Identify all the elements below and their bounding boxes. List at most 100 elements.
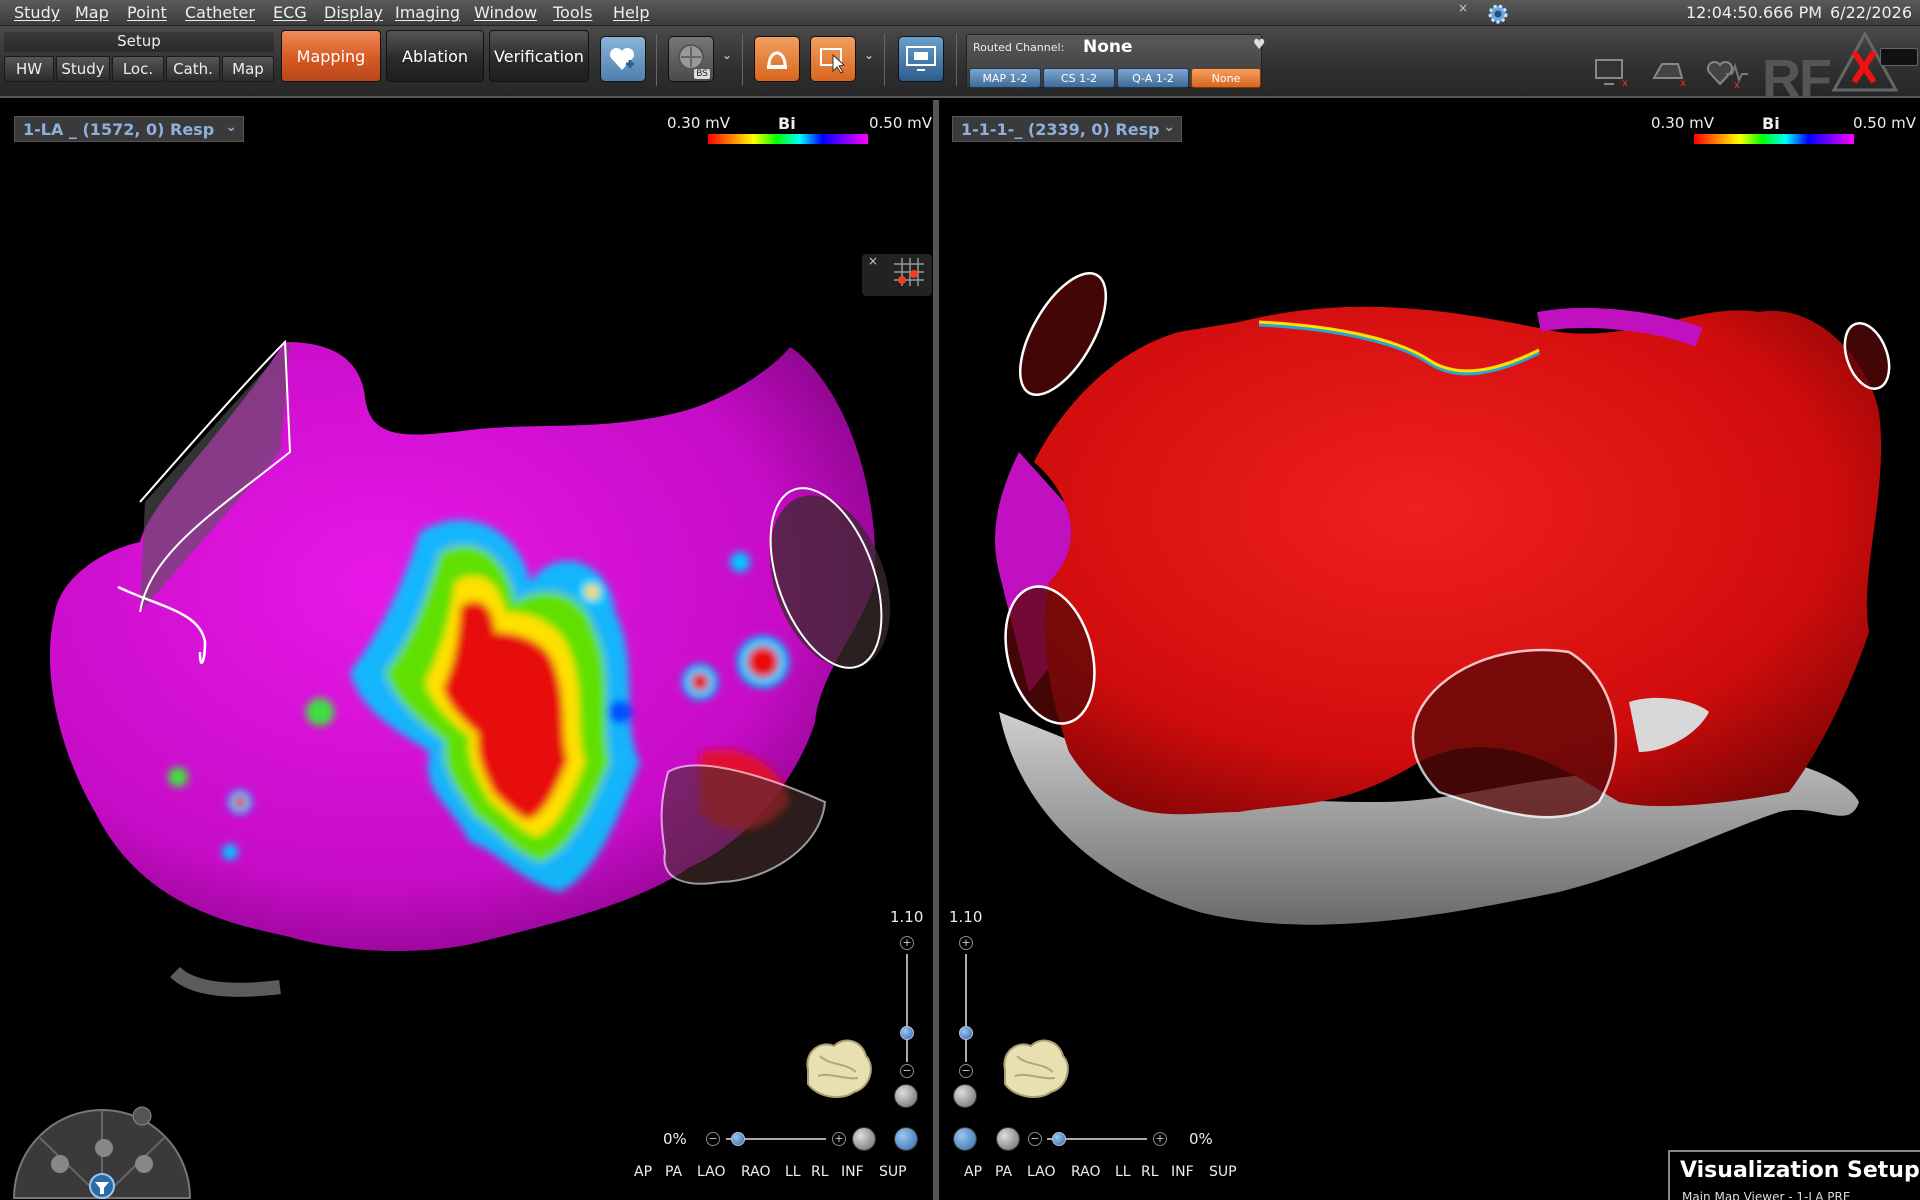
heart-icon: ♥ bbox=[1253, 37, 1266, 53]
left-atrium-map[interactable] bbox=[0, 112, 933, 1200]
view-lao-button[interactable]: LAO bbox=[1027, 1164, 1055, 1180]
visualization-setup-subtitle: Main Map Viewer - 1-LA PRE bbox=[1682, 1190, 1851, 1200]
monitor-status-icon: x bbox=[1592, 58, 1630, 89]
transparency-minus-icon[interactable]: − bbox=[1028, 1132, 1042, 1146]
verification-mode-button[interactable]: Verification bbox=[489, 30, 589, 82]
menu-ecg[interactable]: ECG bbox=[273, 3, 307, 22]
grid-tool-panel[interactable]: × bbox=[862, 254, 932, 296]
view-inf-button[interactable]: INF bbox=[841, 1164, 864, 1180]
ecg-heart-status-icon: x bbox=[1706, 58, 1748, 91]
right-transparency-slider-knob[interactable] bbox=[1052, 1132, 1066, 1146]
left-zoom-value: 1.10 bbox=[890, 908, 924, 926]
menu-map[interactable]: Map bbox=[75, 3, 109, 22]
menu-display[interactable]: Display bbox=[324, 3, 383, 22]
menu-study[interactable]: Study bbox=[14, 3, 60, 22]
channel-none-button[interactable]: None bbox=[1191, 68, 1261, 88]
routed-channel-panel: Routed Channel: None ♥ MAP 1-2 CS 1-2 Q-… bbox=[966, 34, 1266, 88]
menu-point[interactable]: Point bbox=[127, 3, 167, 22]
light-sphere-icon[interactable] bbox=[996, 1127, 1020, 1151]
rotate-view-icon[interactable] bbox=[894, 1127, 918, 1151]
transparency-minus-icon[interactable]: − bbox=[706, 1132, 720, 1146]
date: 6/22/2026 bbox=[1830, 3, 1913, 22]
setup-label: Setup bbox=[4, 32, 274, 52]
system-status-icon: x bbox=[1650, 58, 1688, 89]
routed-channel-label: Routed Channel: bbox=[973, 41, 1065, 54]
rotate-view-icon[interactable] bbox=[953, 1127, 977, 1151]
channel-map-button[interactable]: MAP 1-2 bbox=[969, 68, 1041, 88]
view-pa-button[interactable]: PA bbox=[665, 1164, 682, 1180]
toolbar: Setup HW Study Loc. Cath. Map Mapping Ab… bbox=[0, 26, 1920, 109]
ablation-mode-button[interactable]: Ablation bbox=[386, 30, 484, 82]
heart-view-icon[interactable] bbox=[894, 1084, 918, 1108]
left-transparency-value: 0% bbox=[663, 1130, 687, 1148]
menu-catheter[interactable]: Catheter bbox=[185, 3, 255, 22]
right-map-viewer[interactable]: 1-1-1-_ (2339, 0) Resp ⌄ 0.30 mV Bi 0.50… bbox=[939, 112, 1920, 1200]
view-lao-button[interactable]: LAO bbox=[697, 1164, 725, 1180]
point-select-icon[interactable] bbox=[810, 36, 856, 82]
left-transparency-slider-knob[interactable] bbox=[731, 1132, 745, 1146]
channel-cs-button[interactable]: CS 1-2 bbox=[1043, 68, 1115, 88]
view-rl-button[interactable]: RL bbox=[811, 1164, 829, 1180]
light-sphere-icon[interactable] bbox=[852, 1127, 876, 1151]
svg-text:x: x bbox=[1622, 78, 1628, 88]
right-zoom-slider[interactable] bbox=[965, 954, 967, 1062]
left-map-viewer[interactable]: 1-LA _ (1572, 0) Resp ⌄ 0.30 mV Bi 0.50 … bbox=[0, 112, 933, 1200]
view-ll-button[interactable]: LL bbox=[1115, 1164, 1131, 1180]
bs-badge: BS bbox=[694, 69, 710, 79]
setup-hw-button[interactable]: HW bbox=[4, 56, 54, 82]
right-atrium-map[interactable] bbox=[939, 112, 1920, 1200]
mapping-mode-button[interactable]: Mapping bbox=[281, 30, 381, 82]
clock: 12:04:50.666 PM bbox=[1686, 3, 1823, 22]
chevron-down-icon[interactable]: ⌄ bbox=[722, 48, 732, 62]
view-sup-button[interactable]: SUP bbox=[1209, 1164, 1237, 1180]
close-icon[interactable]: × bbox=[1458, 1, 1468, 15]
heart-orientation-icon[interactable] bbox=[800, 1032, 876, 1102]
hand-icon[interactable] bbox=[51, 1155, 69, 1173]
menu-tools[interactable]: Tools bbox=[553, 3, 592, 22]
grab-icon[interactable] bbox=[135, 1155, 153, 1173]
view-pa-button[interactable]: PA bbox=[995, 1164, 1012, 1180]
zoom-out-icon[interactable]: − bbox=[900, 1064, 914, 1078]
heart-orientation-icon[interactable] bbox=[997, 1032, 1073, 1102]
visualization-setup-panel[interactable]: Visualization Setup Main Map Viewer - 1-… bbox=[1668, 1150, 1920, 1200]
routed-channel-value[interactable]: None bbox=[1083, 37, 1133, 57]
zoom-in-icon[interactable]: + bbox=[959, 936, 973, 950]
right-zoom-value: 1.10 bbox=[949, 908, 983, 926]
view-ll-button[interactable]: LL bbox=[785, 1164, 801, 1180]
view-rao-button[interactable]: RAO bbox=[1071, 1164, 1101, 1180]
view-rl-button[interactable]: RL bbox=[1141, 1164, 1159, 1180]
left-zoom-slider[interactable] bbox=[906, 954, 908, 1062]
compass-icon[interactable]: BS bbox=[668, 36, 714, 82]
zoom-icon[interactable] bbox=[132, 1106, 152, 1126]
menu-window[interactable]: Window bbox=[474, 3, 537, 22]
right-zoom-slider-knob[interactable] bbox=[959, 1025, 973, 1040]
view-ap-button[interactable]: AP bbox=[634, 1164, 652, 1180]
zoom-in-icon[interactable]: + bbox=[900, 936, 914, 950]
navigation-wheel[interactable] bbox=[12, 1098, 192, 1200]
setup-loc-button[interactable]: Loc. bbox=[112, 56, 164, 82]
menu-help[interactable]: Help bbox=[613, 3, 649, 22]
view-inf-button[interactable]: INF bbox=[1171, 1164, 1194, 1180]
add-heart-icon[interactable] bbox=[600, 36, 646, 82]
chevron-down-icon[interactable]: ⌄ bbox=[864, 48, 874, 62]
menu-imaging[interactable]: Imaging bbox=[395, 3, 460, 22]
monitor-layout-icon[interactable] bbox=[898, 36, 944, 82]
gear-icon[interactable] bbox=[1482, 0, 1514, 26]
heart-view-icon[interactable] bbox=[953, 1084, 977, 1108]
transparency-plus-icon[interactable]: + bbox=[1153, 1132, 1167, 1146]
close-icon[interactable]: × bbox=[868, 254, 878, 268]
wand-icon[interactable] bbox=[95, 1139, 113, 1157]
point-grid-icon[interactable] bbox=[892, 256, 926, 288]
catheter-icon[interactable] bbox=[754, 36, 800, 82]
setup-cath-button[interactable]: Cath. bbox=[166, 56, 220, 82]
svg-text:x: x bbox=[1734, 80, 1740, 88]
setup-map-button[interactable]: Map bbox=[222, 56, 274, 82]
transparency-plus-icon[interactable]: + bbox=[832, 1132, 846, 1146]
view-sup-button[interactable]: SUP bbox=[879, 1164, 907, 1180]
setup-study-button[interactable]: Study bbox=[56, 56, 110, 82]
zoom-out-icon[interactable]: − bbox=[959, 1064, 973, 1078]
left-zoom-slider-knob[interactable] bbox=[900, 1025, 914, 1040]
view-ap-button[interactable]: AP bbox=[964, 1164, 982, 1180]
view-rao-button[interactable]: RAO bbox=[741, 1164, 771, 1180]
channel-qa-button[interactable]: Q-A 1-2 bbox=[1117, 68, 1189, 88]
